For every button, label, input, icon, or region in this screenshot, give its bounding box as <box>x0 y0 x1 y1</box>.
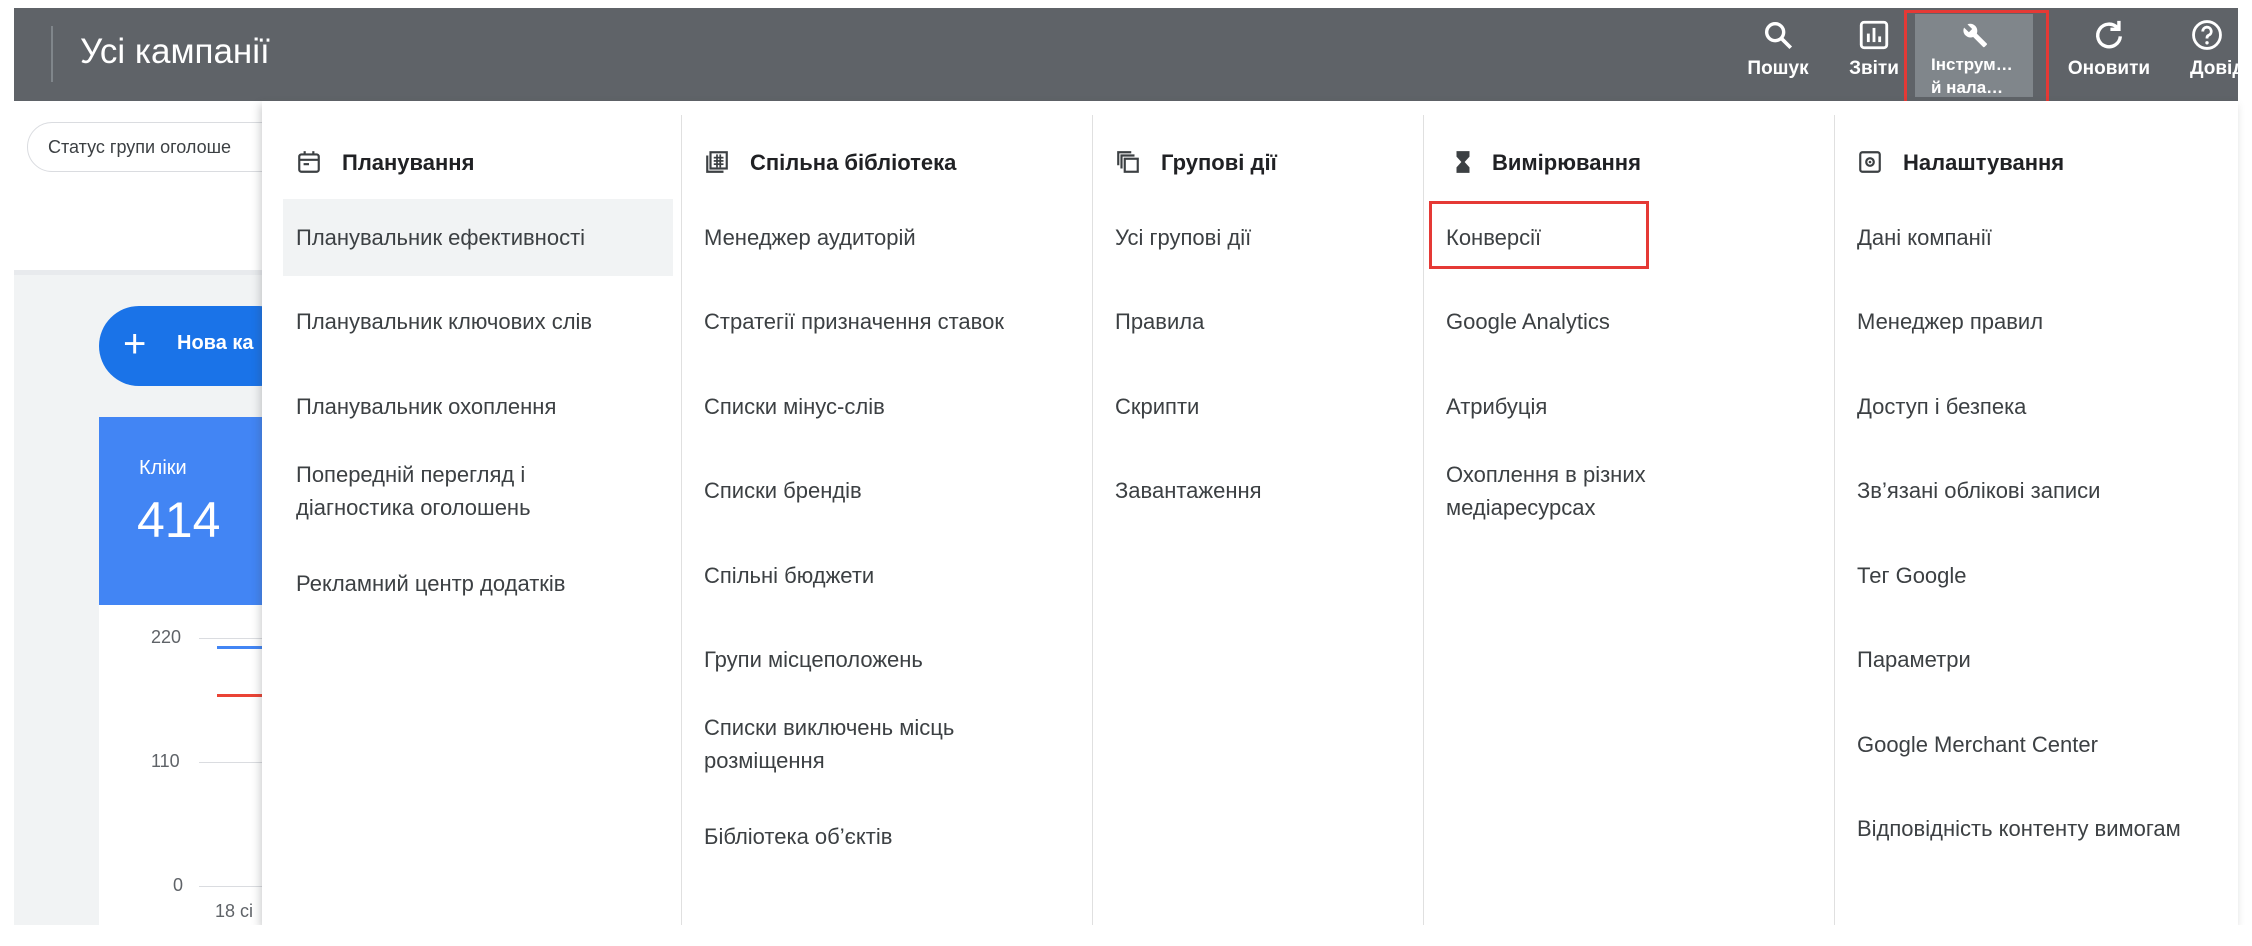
new-campaign-label: Нова ка <box>177 332 254 354</box>
conversions-highlight-box <box>1429 201 1649 269</box>
search-label: Пошук <box>1747 58 1809 79</box>
measurement-title: Вимірювання <box>1492 150 1641 175</box>
menu-item-cross-media-reach[interactable]: Охоплення в різних медіаресурсах <box>1446 458 1646 524</box>
planning-title: Планування <box>342 150 475 175</box>
refresh-icon <box>2096 20 2123 49</box>
filter-chip-label: Статус групи оголоше <box>48 137 232 157</box>
metric-value: 414 <box>137 492 221 548</box>
menu-item-placement-exclusion-lists[interactable]: Списки виключень місць розміщення <box>704 711 954 777</box>
help-icon <box>2192 20 2222 50</box>
bottom-frame <box>0 925 2252 946</box>
tools-menu: Планування Планувальник ефективності Пла… <box>262 101 2238 925</box>
metric-label: Кліки <box>139 457 187 479</box>
menu-item-preferences[interactable]: Параметри <box>1857 643 1971 676</box>
y-tick: 110 <box>151 751 180 771</box>
search-button[interactable]: Пошук <box>1730 8 1826 101</box>
settings-column: Налаштування Дані компанії Менеджер прав… <box>1857 115 2232 925</box>
x-tick: 18 сі <box>215 901 254 921</box>
column-divider <box>1092 115 1093 925</box>
menu-item-reach-planner[interactable]: Планувальник охоплення <box>296 390 556 423</box>
menu-item-app-advertising-hub[interactable]: Рекламний центр додатків <box>296 567 565 600</box>
y-tick: 220 <box>151 627 182 647</box>
menu-item-asset-library[interactable]: Бібліотека об’єктів <box>704 820 892 853</box>
y-tick: 0 <box>173 875 184 895</box>
menu-item-scripts[interactable]: Скрипти <box>1115 390 1199 423</box>
calendar-icon <box>298 151 320 173</box>
menu-item-performance-planner[interactable]: Планувальник ефективності <box>283 199 673 276</box>
bulk-actions-title: Групові дії <box>1161 150 1277 175</box>
menu-item-bid-strategies[interactable]: Стратегії призначення ставок <box>704 305 1004 338</box>
library-icon <box>706 151 728 173</box>
menu-item-uploads[interactable]: Завантаження <box>1115 474 1262 507</box>
menu-item-shared-budgets[interactable]: Спільні бюджети <box>704 559 874 592</box>
column-divider <box>1834 115 1835 925</box>
refresh-button[interactable]: Оновити <box>2054 8 2164 101</box>
menu-item-google-analytics[interactable]: Google Analytics <box>1446 305 1610 338</box>
menu-item-label: Планувальник ефективності <box>296 225 586 250</box>
shared-library-column: Спільна бібліотека Менеджер аудиторій Ст… <box>704 115 1084 925</box>
menu-item-keyword-planner[interactable]: Планувальник ключових слів <box>296 305 592 338</box>
help-button[interactable]: Довід <box>2176 8 2238 101</box>
menu-item-google-tag[interactable]: Тег Google <box>1857 559 1967 592</box>
reports-icon <box>1859 20 1889 50</box>
bulk-actions-column: Групові дії Усі групові дії Правила Скри… <box>1115 115 1415 925</box>
menu-item-attribution[interactable]: Атрибуція <box>1446 390 1547 423</box>
settings-icon <box>1859 151 1881 173</box>
search-icon <box>1764 21 1793 50</box>
planning-column: Планування Планувальник ефективності Пла… <box>283 115 673 925</box>
page-title: Усі кампанії <box>80 32 270 71</box>
settings-title: Налаштування <box>1903 150 2065 175</box>
ad-group-status-filter[interactable]: Статус групи оголоше <box>27 122 287 172</box>
menu-item-merchant-center[interactable]: Google Merchant Center <box>1857 728 2098 761</box>
menu-item-audience-manager[interactable]: Менеджер аудиторій <box>704 221 916 254</box>
hourglass-icon <box>1456 151 1470 173</box>
plus-icon: + <box>123 322 147 366</box>
refresh-label: Оновити <box>2067 58 2151 79</box>
menu-item-location-groups[interactable]: Групи місцеположень <box>704 643 923 676</box>
menu-item-content-suitability[interactable]: Відповідність контенту вимогам <box>1857 812 2181 845</box>
column-divider <box>681 115 682 925</box>
menu-item-rules[interactable]: Правила <box>1115 305 1204 338</box>
menu-item-business-data[interactable]: Дані компанії <box>1857 221 1992 254</box>
menu-item-linked-accounts[interactable]: Зв’язані облікові записи <box>1857 474 2100 507</box>
bulk-actions-icon <box>1117 151 1139 173</box>
shared-library-title: Спільна бібліотека <box>750 150 957 175</box>
menu-item-policy-manager[interactable]: Менеджер правил <box>1857 305 2043 338</box>
column-divider <box>1423 115 1424 925</box>
help-label: Довід <box>2190 58 2238 79</box>
menu-item-access-security[interactable]: Доступ і безпека <box>1857 390 2026 423</box>
menu-item-brand-lists[interactable]: Списки брендів <box>704 474 862 507</box>
title-divider <box>51 26 53 82</box>
menu-item-all-bulk-actions[interactable]: Усі групові дії <box>1115 221 1251 254</box>
menu-item-ad-preview[interactable]: Попередній перегляд і діагностика оголош… <box>296 458 531 524</box>
menu-item-negative-keyword-lists[interactable]: Списки мінус-слів <box>704 390 885 423</box>
